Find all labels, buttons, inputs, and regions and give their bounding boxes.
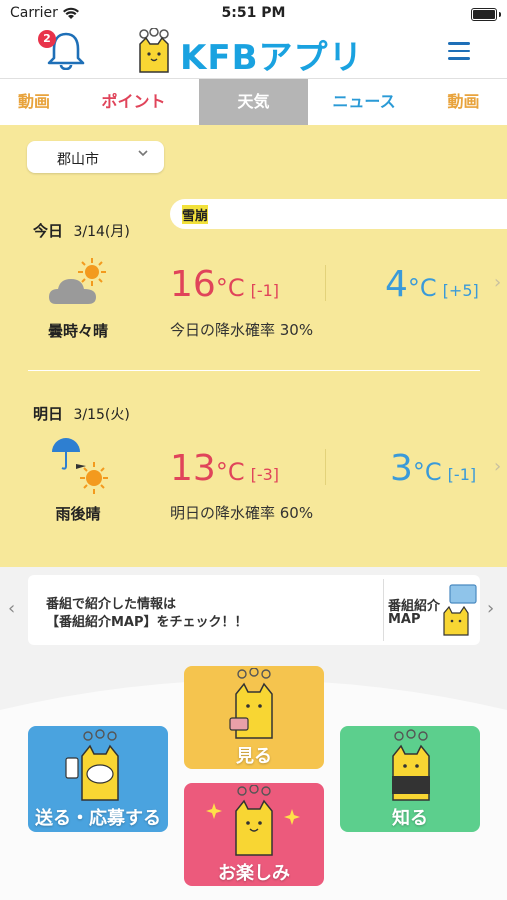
notification-badge: 2 bbox=[38, 30, 56, 48]
mascot-sparkle-icon bbox=[206, 785, 300, 856]
tomorrow-high-value: 13 bbox=[170, 448, 216, 489]
category-tabs: 動画 ポイント 天気 ニュース 動画 bbox=[0, 79, 507, 125]
tomorrow-heading: 明日 3/15(火) bbox=[33, 403, 130, 424]
mascot-watching-icon bbox=[229, 668, 273, 739]
tomorrow-low-value: 3 bbox=[390, 448, 413, 489]
tomorrow-rain-chance: 明日の降水確率 60% bbox=[170, 504, 314, 522]
weather-panel bbox=[0, 125, 507, 567]
today-date: 3/14(月) bbox=[73, 224, 130, 240]
battery-icon bbox=[471, 8, 501, 21]
rain-then-sunny-icon bbox=[52, 438, 108, 494]
city-label: 郡山市 bbox=[57, 152, 99, 168]
know-tile[interactable]: 知る bbox=[340, 726, 480, 832]
status-bar: Carrier 5:51 PM bbox=[0, 0, 507, 28]
tomorrow-low-diff: [-1] bbox=[447, 465, 477, 484]
know-tile-label: 知る bbox=[392, 808, 428, 829]
banner-divider bbox=[383, 579, 384, 641]
mascot-logo-icon bbox=[139, 28, 169, 73]
fun-tile[interactable]: お楽しみ bbox=[184, 783, 324, 886]
tomorrow-high-temp: 13°C [-3] bbox=[170, 448, 279, 489]
ticker-text: 雪崩 bbox=[182, 205, 209, 224]
banner-line2: 【番組紹介MAP】をチェック！！ bbox=[46, 615, 248, 630]
temp-unit: °C bbox=[407, 274, 437, 302]
tab-video-left[interactable]: 動画 bbox=[0, 79, 68, 125]
temp-unit: °C bbox=[215, 274, 245, 302]
chevron-right-icon: › bbox=[494, 272, 502, 293]
today-heading: 今日 3/14(月) bbox=[33, 220, 130, 241]
tomorrow-high-diff: [-3] bbox=[250, 465, 280, 484]
see-tile-label: 見る bbox=[236, 746, 272, 767]
app-header: 2 KFBアプリ bbox=[0, 28, 507, 79]
today-condition: 曇時々晴 bbox=[47, 322, 108, 340]
divider bbox=[325, 265, 326, 301]
map-mascot-icon bbox=[443, 584, 477, 636]
temp-unit: °C bbox=[215, 458, 245, 486]
tab-news[interactable]: ニュース bbox=[308, 79, 420, 125]
program-map-banner[interactable]: 番組で紹介した情報は 【番組紹介MAP】をチェック！！ 番組紹介 MAP bbox=[28, 575, 480, 645]
today-rain-chance: 今日の降水確率 30% bbox=[170, 321, 314, 339]
today-high-value: 16 bbox=[170, 264, 216, 305]
send-tile-label: 送る・応募する bbox=[35, 808, 161, 829]
banner-map-title2: MAP bbox=[388, 612, 421, 627]
tomorrow-date: 3/15(火) bbox=[73, 407, 130, 423]
today-label: 今日 bbox=[33, 222, 64, 240]
banner-line1: 番組で紹介した情報は bbox=[46, 597, 177, 612]
send-tile[interactable]: 送る・応募する bbox=[28, 726, 168, 832]
tab-points[interactable]: ポイント bbox=[68, 79, 199, 125]
fun-tile-label: お楽しみ bbox=[218, 863, 290, 884]
mascot-sending-icon bbox=[65, 729, 119, 801]
news-ticker[interactable]: 雪崩 bbox=[170, 199, 507, 229]
tab-weather[interactable]: 天気 bbox=[199, 79, 308, 125]
today-low-temp: 4°C [+5] bbox=[385, 264, 479, 305]
today-high-diff: [-1] bbox=[250, 281, 280, 300]
clock: 5:51 PM bbox=[221, 5, 286, 21]
chevron-down-icon bbox=[138, 150, 148, 157]
mascot-reading-icon bbox=[392, 729, 430, 801]
see-tile[interactable]: 見る bbox=[184, 666, 324, 769]
banner-next-icon[interactable]: › bbox=[487, 598, 494, 619]
today-low-value: 4 bbox=[385, 264, 408, 305]
app-logo: KFBアプリ bbox=[180, 38, 364, 78]
cloudy-sunny-icon bbox=[49, 258, 106, 304]
day-divider bbox=[28, 370, 480, 371]
tomorrow-low-temp: 3°C [-1] bbox=[390, 448, 476, 489]
divider bbox=[325, 449, 326, 485]
today-low-diff: [+5] bbox=[442, 281, 479, 300]
tomorrow-condition: 雨後晴 bbox=[55, 505, 101, 523]
tomorrow-label: 明日 bbox=[33, 405, 64, 423]
chevron-right-icon: › bbox=[494, 456, 502, 477]
hamburger-menu-icon[interactable] bbox=[448, 42, 470, 60]
temp-unit: °C bbox=[412, 458, 442, 486]
tab-video-right[interactable]: 動画 bbox=[420, 79, 507, 125]
banner-prev-icon[interactable]: ‹ bbox=[8, 598, 15, 619]
city-selector[interactable]: 郡山市 bbox=[27, 141, 164, 173]
today-high-temp: 16°C [-1] bbox=[170, 264, 279, 305]
